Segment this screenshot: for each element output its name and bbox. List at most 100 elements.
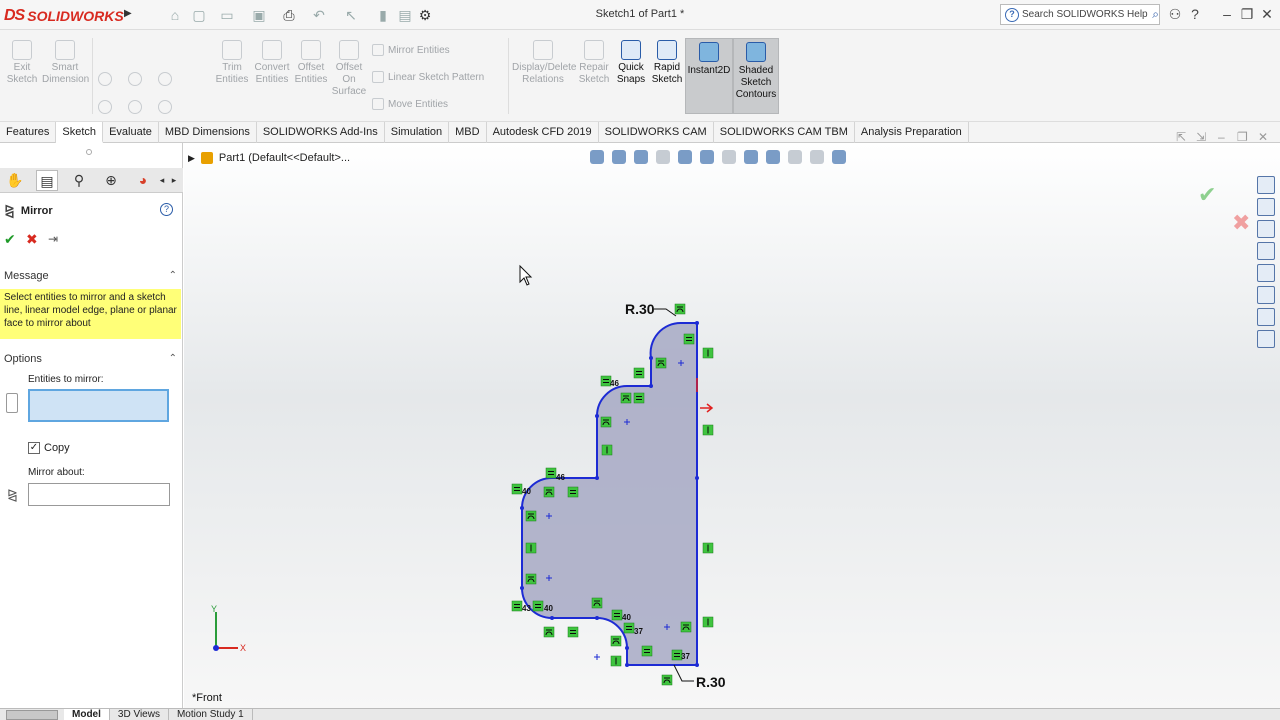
tab-simulation[interactable]: Simulation [385,122,450,143]
smart-dimension-button[interactable]: Smart Dimension [42,40,89,86]
tab-mbd[interactable]: MBD [449,122,487,143]
mirror-entities-button[interactable]: Mirror Entities [372,44,450,56]
message-section-header[interactable]: Message ⌃ [0,267,183,285]
design-library-icon[interactable] [1257,198,1275,216]
ok-checkmark-icon[interactable]: ✔ [4,231,16,248]
viewport-close-icon[interactable]: ✕ [1258,130,1268,144]
feature-manager-icon[interactable]: ✋ [4,170,26,191]
move-entities-button[interactable]: Move Entities [372,98,448,110]
convert-entities-button[interactable]: Convert Entities [252,40,292,86]
previous-view-icon[interactable] [634,150,648,164]
collapse-chevron-icon[interactable]: ⌃ [169,267,177,285]
rebuild-icon[interactable]: ▮ [374,6,392,24]
viewport-split-icon[interactable]: ⇲ [1196,130,1206,144]
file-properties-icon[interactable]: ▤ [396,6,414,24]
trim-entities-button[interactable]: Trim Entities [212,40,252,86]
options-section-header[interactable]: Options ⌃ [0,350,183,368]
select-icon[interactable]: ↖ [342,6,360,24]
viewport-tile-icon[interactable]: ⇱ [1176,130,1186,144]
arc-tool-icon[interactable] [128,100,142,114]
view-settings-icon[interactable] [832,150,846,164]
panel-splitter-handle[interactable] [86,149,92,155]
custom-properties-icon[interactable] [1257,286,1275,304]
spline-tool-icon[interactable] [158,72,172,86]
tabs-scroll-right-icon[interactable]: ▸ [168,170,180,191]
tab-features[interactable]: Features [0,122,57,143]
view-orientation-icon[interactable] [700,150,714,164]
new-document-icon[interactable]: ▢ [190,6,208,24]
undo-icon[interactable]: ↶ [310,6,328,24]
copy-checkbox[interactable]: ✓ [28,442,40,454]
home-icon[interactable]: ⌂ [166,6,184,24]
view-palette-icon[interactable] [1257,242,1275,260]
menu-expand-arrow-icon[interactable]: ▶ [124,8,136,22]
print-icon[interactable]: ⎙ [280,6,298,24]
confirm-corner-cancel-icon[interactable]: ✖ [1232,210,1250,236]
mirror-about-selection-box[interactable] [28,483,170,506]
solidworks-logo[interactable]: DS SOLIDWORKS [4,3,124,29]
save-icon[interactable]: ▣ [250,6,268,24]
tab-solidworks-add-ins[interactable]: SOLIDWORKS Add-Ins [257,122,385,143]
tree-part-label[interactable]: Part1 (Default<<Default>... [219,152,350,164]
display-manager-icon[interactable]: ◕ [132,170,154,191]
offset-entities-button[interactable]: Offset Entities [292,40,330,86]
file-explorer-icon[interactable] [1257,220,1275,238]
rectangle-tool-icon[interactable] [98,100,112,114]
minimize-icon[interactable]: – [1218,5,1236,23]
tab-solidworks-cam[interactable]: SOLIDWORKS CAM [599,122,714,143]
search-input[interactable]: Search SOLIDWORKS Help [1022,9,1149,20]
tab-autodesk-cfd[interactable]: Autodesk CFD 2019 [487,122,599,143]
tab-3d-views[interactable]: 3D Views [110,708,169,720]
dynamic-annotation-icon[interactable] [678,150,692,164]
viewport-restore-icon[interactable]: ❐ [1237,130,1248,144]
line-tool-icon[interactable] [98,72,112,86]
exit-sketch-button[interactable]: Exit Sketch [4,40,40,86]
zoom-to-area-icon[interactable] [612,150,626,164]
help-icon[interactable]: ? [1186,5,1204,23]
tab-solidworks-cam-tbm[interactable]: SOLIDWORKS CAM TBM [714,122,855,143]
repair-sketch-button[interactable]: Repair Sketch [576,40,612,86]
cancel-x-icon[interactable]: ✖ [26,231,38,248]
tab-model[interactable]: Model [64,708,110,720]
configuration-manager-icon[interactable]: ⚲ [68,170,90,191]
tab-sketch[interactable]: Sketch [56,122,104,143]
solidworks-resources-icon[interactable] [1257,176,1275,194]
tree-expand-icon[interactable]: ▶ [188,153,195,164]
viewport-minimize-icon[interactable]: – [1218,130,1225,144]
linear-sketch-pattern-button[interactable]: Linear Sketch Pattern [372,71,484,83]
user-icon[interactable]: ⚇ [1166,5,1184,23]
instant2d-toggle[interactable]: Instant2D [685,38,733,114]
keep-visible-pin-icon[interactable]: ⇥ [48,232,58,246]
tabs-scroll-left-icon[interactable]: ◂ [156,170,168,191]
quick-snaps-button[interactable]: Quick Snaps [614,40,648,86]
rapid-sketch-button[interactable]: Rapid Sketch [650,40,684,86]
circle-tool-icon[interactable] [128,72,142,86]
collapse-chevron-icon[interactable]: ⌃ [169,350,177,368]
property-manager-icon[interactable]: ▤ [36,170,58,191]
display-style-icon[interactable] [744,150,758,164]
graphics-area[interactable] [184,143,1280,708]
solidworks-forum-icon[interactable] [1257,308,1275,326]
section-view-icon[interactable] [656,150,670,164]
tab-motion-study[interactable]: Motion Study 1 [169,708,253,720]
confirm-corner-accept-icon[interactable]: ✔ [1198,182,1216,208]
dimxpert-manager-icon[interactable]: ⊕ [100,170,122,191]
tab-analysis-preparation[interactable]: Analysis Preparation [855,122,969,143]
tab-mbd-dimensions[interactable]: MBD Dimensions [159,122,257,143]
horizontal-scrollbar[interactable] [6,709,58,720]
help-icon[interactable]: ? [160,203,173,216]
feature-tree-flyout[interactable]: ▶ Part1 (Default<<Default>... [188,152,350,164]
options-gear-icon[interactable]: ⚙ [416,6,434,24]
search-icon[interactable]: ⌕ [1152,7,1159,22]
restore-icon[interactable]: ❐ [1238,5,1256,23]
apply-scene-icon[interactable] [810,150,824,164]
appearances-icon[interactable] [1257,264,1275,282]
help-search-box[interactable]: ? Search SOLIDWORKS Help ⌕ [1000,4,1160,25]
shaded-sketch-contours-toggle[interactable]: Shaded Sketch Contours [733,38,779,114]
entities-to-mirror-selection-box[interactable] [28,389,169,422]
offset-on-surface-button[interactable]: Offset On Surface [330,40,368,98]
open-folder-icon[interactable]: ▭ [218,6,236,24]
display-delete-relations-button[interactable]: Display/Delete Relations [512,40,576,86]
tab-evaluate[interactable]: Evaluate [103,122,159,143]
markup-icon[interactable] [1257,330,1275,348]
